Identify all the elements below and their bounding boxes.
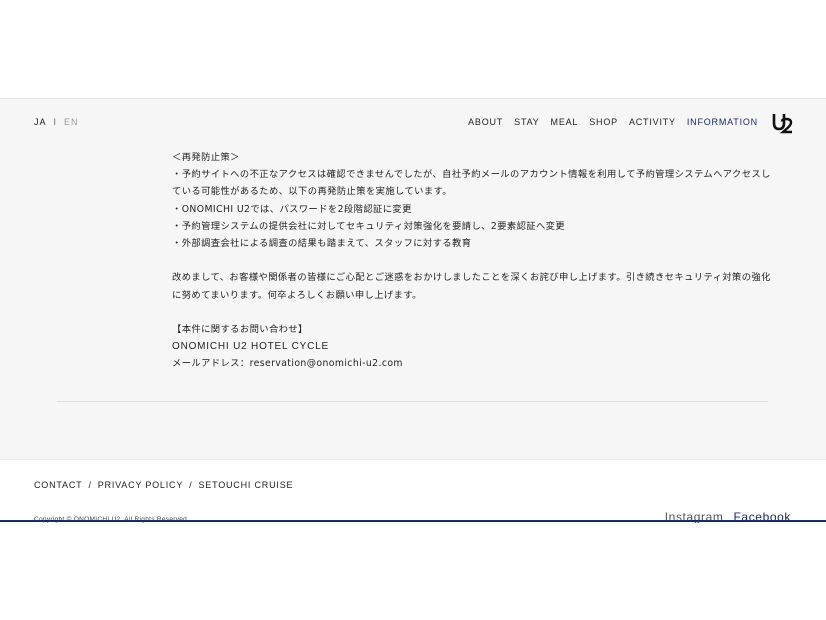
lang-ja-link[interactable]: JA — [34, 117, 47, 127]
main-nav: ABOUT STAY MEAL SHOP ACTIVITY INFORMATIO… — [468, 117, 758, 127]
nav-about[interactable]: ABOUT — [468, 117, 503, 127]
language-switcher: JA I EN — [34, 117, 79, 127]
contact-email[interactable]: メールアドレス：reservation@onomichi-u2.com — [172, 355, 772, 372]
site-footer: CONTACT / PRIVACY POLICY / SETOUCHI CRUISE C… — [0, 459, 826, 523]
nav-information[interactable]: INFORMATION — [687, 117, 758, 127]
prevention-item-2: ・ONOMICHI U2では、パスワードを2段階認証に変更 — [172, 203, 412, 215]
nav-meal[interactable]: MEAL — [551, 117, 579, 127]
bottom-accent-line — [0, 520, 826, 522]
contact-name: ONOMICHI U2 HOTEL CYCLE — [172, 341, 329, 353]
nav-stay[interactable]: STAY — [514, 117, 539, 127]
footer-link-setouchi-cruise[interactable]: SETOUCHI CRUISE — [198, 480, 293, 490]
contact-heading: 【本件に関するお問い合わせ】 — [172, 324, 308, 335]
footer-separator: / — [88, 480, 92, 490]
notice-content: ＜再発防止策＞ ・予約サイトへの不正なアクセスは確認できませんでしたが、自社予約… — [172, 149, 772, 373]
page-frame: JA I EN ABOUT STAY MEAL SHOP ACTIVITY INFO… — [0, 98, 826, 523]
prevention-heading: ＜再発防止策＞ — [172, 152, 240, 163]
footer-link-privacy[interactable]: PRIVACY POLICY — [98, 480, 183, 490]
prevention-item-3: ・予約管理システムの提供会社に対してセキュリティ対策強化を要請し、2要素認証へ変… — [172, 220, 566, 232]
u2-logo-icon[interactable] — [772, 112, 794, 134]
prevention-item-4: ・外部調査会社による調査の結果も踏まえて、スタッフに対する教育 — [172, 238, 472, 250]
content-divider — [57, 401, 768, 402]
footer-separator: / — [189, 480, 193, 490]
lang-en-link[interactable]: EN — [64, 117, 79, 127]
nav-shop[interactable]: SHOP — [589, 117, 618, 127]
apology-paragraph: 改めまして、お客様や関係者の皆様にご心配とご迷惑をおかけしましたことを深くお詫び… — [172, 272, 771, 301]
prevention-item-1: ・予約サイトへの不正なアクセスは確認できませんでしたが、自社予約メールのアカウン… — [172, 169, 771, 198]
lang-separator: I — [53, 117, 58, 127]
nav-activity[interactable]: ACTIVITY — [629, 117, 676, 127]
footer-links: CONTACT / PRIVACY POLICY / SETOUCHI CRUISE — [34, 480, 293, 490]
footer-link-contact[interactable]: CONTACT — [34, 480, 82, 490]
